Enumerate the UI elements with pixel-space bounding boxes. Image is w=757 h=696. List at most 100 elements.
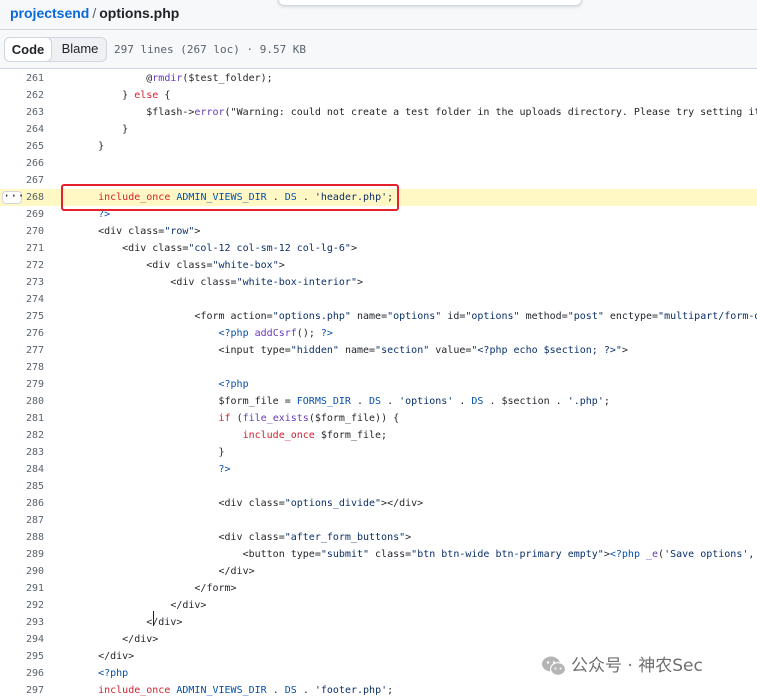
code-line: 263 $flash->error("Warning: could not cr… — [0, 104, 757, 121]
line-number[interactable]: 281 — [0, 410, 44, 427]
line-number[interactable]: 291 — [0, 580, 44, 597]
line-number[interactable]: 280 — [0, 393, 44, 410]
breadcrumb-repo-link[interactable]: projectsend — [10, 5, 89, 21]
line-number[interactable]: 288 — [0, 529, 44, 546]
code-line-text: </div> — [74, 600, 207, 611]
line-number[interactable]: 293 — [0, 614, 44, 631]
code-line-text: </div> — [74, 651, 135, 662]
line-number[interactable]: 270 — [0, 223, 44, 240]
line-number[interactable]: 261 — [0, 70, 44, 87]
code-line-text: <div class="row"> — [74, 226, 201, 237]
code-viewer[interactable]: 261 @rmdir($test_folder); 262 } else {263… — [0, 69, 757, 696]
code-line: 279 <?php — [0, 376, 757, 393]
code-line: 278 — [0, 359, 757, 376]
line-number[interactable]: 262 — [0, 87, 44, 104]
line-number[interactable]: 277 — [0, 342, 44, 359]
line-number[interactable]: 284 — [0, 461, 44, 478]
popup-panel-edge — [278, 0, 582, 6]
line-number[interactable]: 272 — [0, 257, 44, 274]
line-number[interactable]: 292 — [0, 597, 44, 614]
code-line-text: } — [74, 447, 225, 458]
code-line-text: <input type="hidden" name="section" valu… — [74, 345, 628, 356]
line-number[interactable]: 294 — [0, 631, 44, 648]
code-line: 276 <?php addCsrf(); ?> — [0, 325, 757, 342]
text-cursor — [153, 611, 154, 626]
line-number[interactable]: 282 — [0, 427, 44, 444]
file-header: projectsend / options.php — [0, 0, 757, 30]
code-line: 290 </div> — [0, 563, 757, 580]
line-number[interactable]: 285 — [0, 478, 44, 495]
line-number[interactable]: 289 — [0, 546, 44, 563]
code-line-text: </div> — [74, 566, 255, 577]
code-line: 282 include_once $form_file; — [0, 427, 757, 444]
line-number[interactable]: 297 — [0, 682, 44, 696]
line-number[interactable]: 264 — [0, 121, 44, 138]
line-number[interactable]: 267 — [0, 172, 44, 189]
code-line: 270 <div class="row"> — [0, 223, 757, 240]
line-number[interactable]: 279 — [0, 376, 44, 393]
code-line: 293 </div> — [0, 614, 757, 631]
code-line-text: <?php addCsrf(); ?> — [218, 328, 333, 339]
code-line: 292 </div> — [0, 597, 757, 614]
code-line-text: } else { — [74, 90, 171, 101]
line-number[interactable]: 276 — [0, 325, 44, 342]
code-line: 283 } — [0, 444, 757, 461]
file-toolbar: Code Blame 297 lines (267 loc) · 9.57 KB — [0, 30, 757, 69]
file-info: 297 lines (267 loc) · 9.57 KB — [114, 43, 307, 56]
code-line-text: include_once $form_file; — [242, 430, 388, 441]
code-line: 264 } — [0, 121, 757, 138]
code-line: 280 $form_file = FORMS_DIR . DS . 'optio… — [0, 393, 757, 410]
code-line-text: } — [74, 124, 129, 135]
code-line: 272 <div class="white-box"> — [0, 257, 757, 274]
code-line: 287 — [0, 512, 757, 529]
watermark-text: 公众号 · 神农Sec — [571, 656, 703, 676]
code-line: 285 — [0, 478, 757, 495]
code-line-text: <?php — [218, 379, 249, 390]
line-number[interactable]: 266 — [0, 155, 44, 172]
code-line: 271 <div class="col-12 col-sm-12 col-lg-… — [0, 240, 757, 257]
code-line-text: ?> — [218, 464, 231, 475]
code-line-text: <form action="options.php" name="options… — [74, 311, 757, 322]
code-line: 265 } — [0, 138, 757, 155]
code-line: 274 — [0, 291, 757, 308]
code-line-text: <div class="after_form_buttons"> — [74, 532, 412, 543]
line-number[interactable]: 275 — [0, 308, 44, 325]
code-line-text: if (file_exists($form_file)) { — [218, 413, 400, 424]
code-line-text: <button type="submit" class="btn btn-wid… — [74, 549, 755, 560]
line-number[interactable]: 273 — [0, 274, 44, 291]
code-line: 286 <div class="options_divide"></div> — [0, 495, 757, 512]
line-number[interactable]: 283 — [0, 444, 44, 461]
code-line: 284 ?> — [0, 461, 757, 478]
line-number[interactable]: 290 — [0, 563, 44, 580]
line-number[interactable]: 263 — [0, 104, 44, 121]
code-line: 294 </div> — [0, 631, 757, 648]
line-number[interactable]: 287 — [0, 512, 44, 529]
code-line-text: $form_file = FORMS_DIR . DS . 'options' … — [74, 396, 610, 407]
line-number[interactable]: 265 — [0, 138, 44, 155]
annotation-highlight-box — [61, 184, 399, 211]
line-options-button[interactable]: ··· — [2, 190, 25, 204]
code-line: 273 <div class="white-box-interior"> — [0, 274, 757, 291]
breadcrumb-file-name: options.php — [99, 5, 180, 21]
line-number[interactable]: 286 — [0, 495, 44, 512]
code-line-text: @rmdir($test_folder); — [74, 73, 273, 84]
line-number[interactable]: 295 — [0, 648, 44, 665]
breadcrumb: projectsend / options.php — [10, 5, 179, 21]
code-line: 275 <form action="options.php" name="opt… — [0, 308, 757, 325]
line-number[interactable]: 269 — [0, 206, 44, 223]
line-number[interactable]: 274 — [0, 291, 44, 308]
line-number[interactable]: 278 — [0, 359, 44, 376]
code-line: 291 </form> — [0, 580, 757, 597]
code-line-text: <div class="white-box-interior"> — [74, 277, 364, 288]
code-line: 288 <div class="after_form_buttons"> — [0, 529, 757, 546]
code-tab-button[interactable]: Code — [4, 37, 52, 62]
code-line: 281 if (file_exists($form_file)) { — [0, 410, 757, 427]
code-line-text: </form> — [74, 583, 237, 594]
line-number[interactable]: 271 — [0, 240, 44, 257]
blame-tab-button[interactable]: Blame — [53, 37, 107, 62]
code-line: 261 @rmdir($test_folder); — [0, 70, 757, 87]
line-number[interactable]: 296 — [0, 665, 44, 682]
code-line: 262 } else { — [0, 87, 757, 104]
code-line-text: include_once ADMIN_VIEWS_DIR . DS . 'foo… — [98, 685, 394, 696]
code-line-text: <?php — [98, 668, 129, 679]
